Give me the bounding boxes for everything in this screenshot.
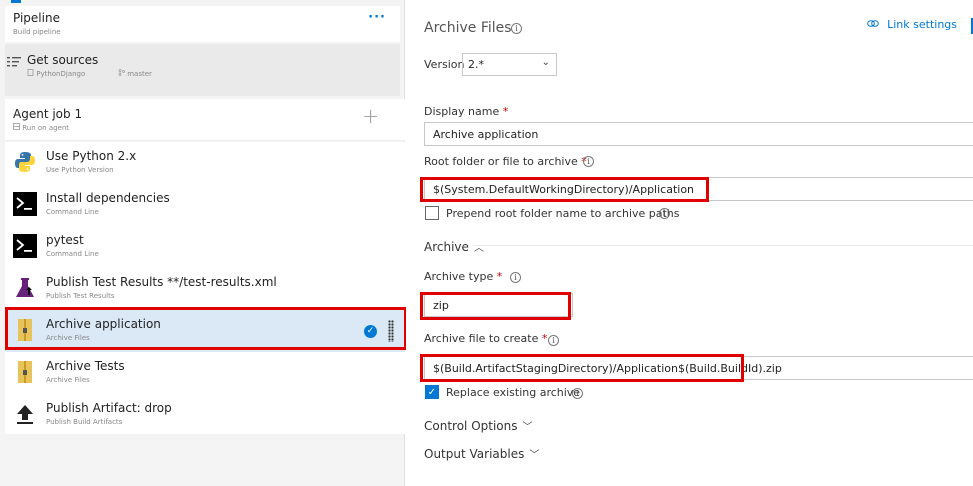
more-options-icon[interactable]: ···: [368, 10, 386, 25]
pipeline-header[interactable]: Pipeline Build pipeline ···: [5, 6, 400, 42]
version-value: 2.*: [468, 58, 484, 71]
agent-job-title: Agent job 1: [13, 107, 83, 121]
output-variables-title: Output Variables: [424, 447, 525, 461]
task-title: Archive Tests: [46, 359, 125, 373]
version-label: Version: [424, 58, 465, 71]
task-subtitle: Archive Files: [46, 376, 90, 384]
flask-icon: [16, 278, 34, 297]
list-icon: [7, 57, 21, 67]
archive-section-toggle[interactable]: Archive ︿: [424, 239, 484, 254]
chevron-down-icon: ⌄: [541, 57, 550, 68]
branch-label: master: [127, 70, 152, 78]
required-mark: *: [502, 105, 509, 118]
archive-type-label-text: Archive type: [424, 270, 494, 283]
agent-icon: [13, 123, 20, 130]
task-item[interactable]: Install dependencies Command Line: [5, 184, 405, 226]
display-name-label-text: Display name: [424, 105, 500, 118]
agent-job-subtitle: Run on agent: [13, 123, 69, 132]
chevron-up-icon: ︿: [473, 243, 484, 254]
task-item[interactable]: Use Python 2.x Use Python Version: [5, 142, 405, 184]
agent-job-item[interactable]: Agent job 1 Run on agent +: [5, 99, 405, 141]
replace-archive-label: Replace existing archive: [446, 386, 581, 399]
upload-icon: [17, 405, 33, 424]
archive-file-label: Archive file to create *: [424, 332, 547, 345]
chevron-down-icon: ﹀: [522, 422, 533, 433]
info-icon[interactable]: i: [659, 208, 670, 219]
get-sources-title: Get sources: [27, 53, 99, 67]
task-subtitle: Command Line: [46, 250, 99, 258]
display-name-label: Display name *: [424, 105, 508, 118]
output-variables-toggle[interactable]: Output Variables ﹀: [424, 446, 539, 461]
link-settings-label: Link settings: [887, 18, 957, 31]
task-title: Install dependencies: [46, 191, 170, 205]
pipeline-subtitle: Build pipeline: [13, 28, 61, 36]
control-options-toggle[interactable]: Control Options ﹀: [424, 418, 533, 433]
archive-file-highlight: [420, 354, 744, 382]
task-item[interactable]: Publish Artifact: drop Publish Build Art…: [5, 394, 405, 436]
required-mark: *: [541, 332, 548, 345]
task-list: Use Python 2.x Use Python Version Instal…: [5, 142, 405, 434]
required-mark: *: [496, 270, 503, 283]
command-line-icon: [13, 234, 37, 258]
task-title: Use Python 2.x: [46, 149, 137, 163]
version-select[interactable]: 2.* ⌄: [462, 53, 557, 76]
pipeline-tasks-panel: Pipeline Build pipeline ··· Get sources …: [0, 0, 407, 486]
archive-section-title: Archive: [424, 240, 469, 254]
control-options-title: Control Options: [424, 419, 518, 433]
prepend-label: Prepend root folder name to archive path…: [446, 207, 680, 220]
archive-type-highlight: [420, 292, 571, 320]
root-folder-label: Root folder or file to archive *: [424, 155, 587, 168]
info-icon[interactable]: i: [572, 388, 583, 399]
task-subtitle: Command Line: [46, 208, 99, 216]
python-icon: [15, 152, 35, 172]
archive-icon: [18, 361, 32, 383]
task-subtitle: Publish Test Results: [46, 292, 115, 300]
task-detail-panel: Archive Files i Link settings Version 2.…: [406, 0, 973, 486]
task-item[interactable]: Publish Test Results **/test-results.xml…: [5, 268, 405, 310]
section-divider: [474, 245, 973, 246]
archive-type-label: Archive type *: [424, 270, 502, 283]
add-task-icon[interactable]: +: [362, 104, 379, 128]
task-title: pytest: [46, 233, 84, 247]
branch-name: master: [118, 69, 152, 78]
link-settings-button[interactable]: Link settings: [866, 18, 957, 31]
repo-label: PythonDjango: [36, 70, 86, 78]
replace-archive-checkbox[interactable]: ✓: [425, 385, 439, 399]
selected-task-highlight: [5, 307, 407, 350]
chevron-down-icon: ﹀: [529, 450, 540, 461]
info-icon[interactable]: i: [511, 23, 522, 34]
link-icon: [866, 20, 879, 27]
prepend-checkbox[interactable]: [425, 206, 439, 220]
task-subtitle: Use Python Version: [46, 166, 114, 174]
repo-icon: [27, 69, 34, 76]
root-folder-highlight: [420, 177, 709, 202]
command-line-icon: [13, 192, 37, 216]
task-title: Publish Artifact: drop: [46, 401, 172, 415]
archive-file-label-text: Archive file to create: [424, 332, 539, 345]
agent-job-subtitle-text: Run on agent: [22, 124, 70, 132]
task-subtitle: Publish Build Artifacts: [46, 418, 123, 426]
get-sources-item[interactable]: Get sources PythonDjango master: [5, 44, 400, 96]
task-item[interactable]: pytest Command Line: [5, 226, 405, 268]
root-folder-label-text: Root folder or file to archive: [424, 155, 578, 168]
info-icon[interactable]: i: [510, 272, 521, 283]
info-icon[interactable]: i: [548, 335, 559, 346]
top-accent-strip: [11, 0, 21, 3]
display-name-input[interactable]: Archive application: [424, 122, 973, 146]
task-item[interactable]: Archive Tests Archive Files: [5, 352, 405, 394]
branch-icon: [118, 69, 125, 76]
repo-name: PythonDjango: [27, 69, 85, 78]
task-title: Publish Test Results **/test-results.xml: [46, 275, 277, 289]
info-icon[interactable]: i: [583, 156, 594, 167]
detail-title: Archive Files: [424, 20, 512, 36]
pipeline-title: Pipeline: [13, 11, 60, 25]
